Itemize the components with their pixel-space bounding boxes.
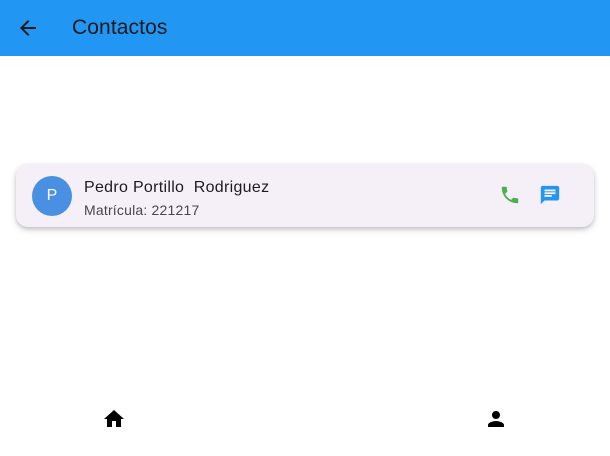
nav-item-profile[interactable] — [305, 400, 610, 456]
back-button[interactable] — [12, 12, 44, 44]
contact-subtitle: Matrícula: 221217 — [84, 202, 200, 218]
message-icon — [540, 185, 560, 205]
avatar: P — [32, 176, 72, 216]
call-button[interactable] — [498, 183, 522, 207]
arrow-back-icon — [20, 20, 36, 36]
contact-name: Pedro Portillo Rodriguez — [84, 179, 270, 196]
app-bar: Contactos — [0, 0, 610, 56]
home-icon — [104, 410, 124, 427]
page-title: Contactos — [72, 16, 168, 39]
message-button[interactable] — [538, 183, 562, 207]
bottom-navigation — [0, 400, 610, 456]
avatar-letter: P — [46, 187, 58, 204]
app-root: Contactos P Pedro Portillo Rodriguez Mat… — [0, 0, 610, 456]
phone-icon — [501, 186, 519, 204]
contact-card[interactable]: P Pedro Portillo Rodriguez Matrícula: 22… — [16, 164, 594, 227]
person-icon — [488, 411, 504, 427]
nav-item-home[interactable] — [0, 400, 305, 456]
